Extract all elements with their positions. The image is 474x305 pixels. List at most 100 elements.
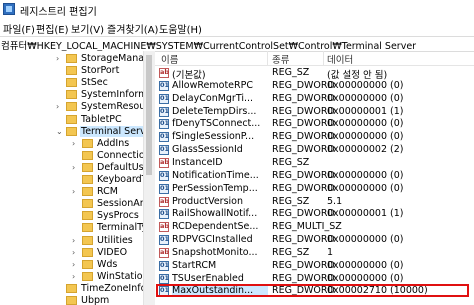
value-row[interactable]: RailShowallNotif... REG_DWORD0x00000001 (… [155,208,474,221]
value-type: REG_SZ [272,67,310,78]
binary-value-icon [159,93,169,104]
tree-item-label: Terminal Server [80,125,143,137]
folder-icon [82,247,93,257]
value-type: REG_DWORD [272,79,335,91]
menu-edit[interactable]: 편집(E) [36,21,69,36]
tree-item-label: SystemResource [81,101,143,113]
column-name[interactable]: 이름 [161,52,178,66]
column-divider[interactable] [267,51,268,65]
folder-icon [82,271,93,281]
tree-scrollbar[interactable] [143,51,155,305]
title-bar: 레지스트리 편집기 [0,0,474,20]
folder-icon [82,259,93,269]
column-data[interactable]: 데이터 [327,52,353,66]
binary-value-icon [159,235,169,246]
value-name: InstanceID [172,156,223,168]
key-tree: › StorageManageStorPortStSecSystemInforma… [0,51,143,305]
address-bar[interactable]: 컴퓨터₩HKEY_LOCAL_MACHINE₩SYSTEM₩CurrentCon… [0,36,474,52]
chevron-right-icon[interactable]: › [72,187,75,196]
menu-favorites[interactable]: 즐겨찾기(A) [107,21,158,36]
menu-view[interactable]: 보기(V) [71,21,104,36]
menu-file[interactable]: 파일(F) [3,21,35,36]
binary-value-icon [159,145,169,156]
string-value-icon [159,157,169,168]
chevron-right-icon[interactable]: › [72,163,75,172]
column-divider[interactable] [323,51,324,65]
folder-icon [66,78,77,88]
value-row[interactable]: InstanceID REG_SZ [155,157,474,170]
value-name: NotificationTime... [172,169,259,181]
folder-icon [66,54,77,63]
value-row[interactable]: GlassSessionId REG_DWORD0x00000002 (2) [155,144,474,157]
folder-icon [82,162,93,172]
value-data: 0x00000001 (1) [327,208,404,220]
folder-icon [66,296,77,305]
string-value-icon [159,247,169,258]
list-header: 이름 종류 데이터 [155,51,474,66]
value-type: REG_SZ [272,246,310,258]
binary-value-icon [159,132,169,143]
binary-value-icon [159,209,169,220]
value-data: 0x00000000 (0) [327,272,404,284]
tree-item-label: RCM [97,186,118,198]
value-name: fSingleSessionP... [172,131,255,143]
chevron-right-icon[interactable]: › [56,102,59,111]
chevron-down-icon[interactable]: ⌄ [56,127,63,136]
chevron-right-icon[interactable]: › [72,272,75,281]
folder-icon [66,283,77,293]
value-row[interactable]: PerSessionTemp... REG_DWORD0x00000000 (0) [155,183,474,196]
chevron-right-icon[interactable]: › [72,139,75,148]
menu-help[interactable]: 도움말(H) [159,21,202,36]
tree-item-label: Utilities [97,234,133,246]
chevron-right-icon[interactable]: › [56,54,59,63]
value-row[interactable]: fSingleSessionP... REG_DWORD0x00000000 (0… [155,131,474,144]
value-row[interactable]: RDPVGCInstalled REG_DWORD0x00000000 (0) [155,234,474,247]
value-type: REG_DWORD [272,169,335,181]
folder-icon [82,150,93,160]
value-row[interactable]: (기본값)REG_SZ(값 설정 안 됨) [155,67,474,81]
value-type: REG_DWORD [272,118,335,130]
tree-item-label: TerminalTyp [97,222,143,234]
value-data: 0x00000000 (0) [327,169,404,181]
address-path[interactable]: 컴퓨터₩HKEY_LOCAL_MACHINE₩SYSTEM₩CurrentCon… [1,38,416,52]
folder-icon [82,138,93,148]
tree-item-label: SystemInformat [81,89,143,101]
value-data: 0x00000000 (0) [327,92,404,104]
value-data: 0x00000000 (0) [327,259,404,271]
value-name: fDenyTSConnect... [172,118,261,130]
value-row[interactable]: AllowRemoteRPC REG_DWORD0x00000000 (0) [155,80,474,93]
chevron-right-icon[interactable]: › [72,236,75,245]
value-type: REG_DWORD [272,234,335,246]
value-row[interactable]: NotificationTime... REG_DWORD0x00000000 (… [155,170,474,183]
chevron-right-icon[interactable]: › [72,260,75,269]
value-row[interactable]: fDenyTSConnect... REG_DWORD0x00000000 (0) [155,118,474,131]
value-name: DeleteTempDirs... [172,105,257,117]
value-row[interactable]: DeleteTempDirs... REG_DWORD0x00000001 (1) [155,106,474,119]
scrollbar-thumb[interactable] [146,55,152,175]
tree-item-label: DefaultUserC [97,161,143,173]
value-type: REG_DWORD [272,92,335,104]
value-row[interactable]: TSUserEnabled REG_DWORD0x00000000 (0) [155,273,474,286]
binary-value-icon [159,80,169,91]
tree-item-label: TabletPC [81,113,122,125]
column-type[interactable]: 종류 [272,52,289,66]
tree-item-label: KeyboardTyp [97,174,143,185]
value-row[interactable]: StartRCM REG_DWORD0x00000000 (0) [155,260,474,273]
value-row[interactable]: SnapshotMonito... REG_SZ 1 [155,247,474,260]
value-name: RDPVGCInstalled [172,234,253,246]
binary-value-icon [159,260,169,271]
chevron-right-icon[interactable]: › [72,248,75,257]
folder-icon [66,90,77,100]
binary-value-icon [159,119,169,130]
value-row[interactable]: MaxOutstandin...REG_DWORD0x00002710 (100… [155,284,474,298]
value-row[interactable]: DelayConMgrTi... REG_DWORD0x00000000 (0) [155,93,474,106]
value-row[interactable]: RCDependentSe... REG_MULTI_SZ [155,221,474,234]
tree-item-label: StorageManage [81,53,143,64]
tree-item-label: WinStations [97,270,143,282]
value-row[interactable]: ProductVersion REG_SZ 5.1 [155,196,474,209]
value-data: 0x00000000 (0) [327,118,404,130]
string-value-icon [159,222,169,233]
value-name: SnapshotMonito... [172,246,258,258]
value-name: StartRCM [172,259,217,271]
string-value-icon [159,196,169,207]
